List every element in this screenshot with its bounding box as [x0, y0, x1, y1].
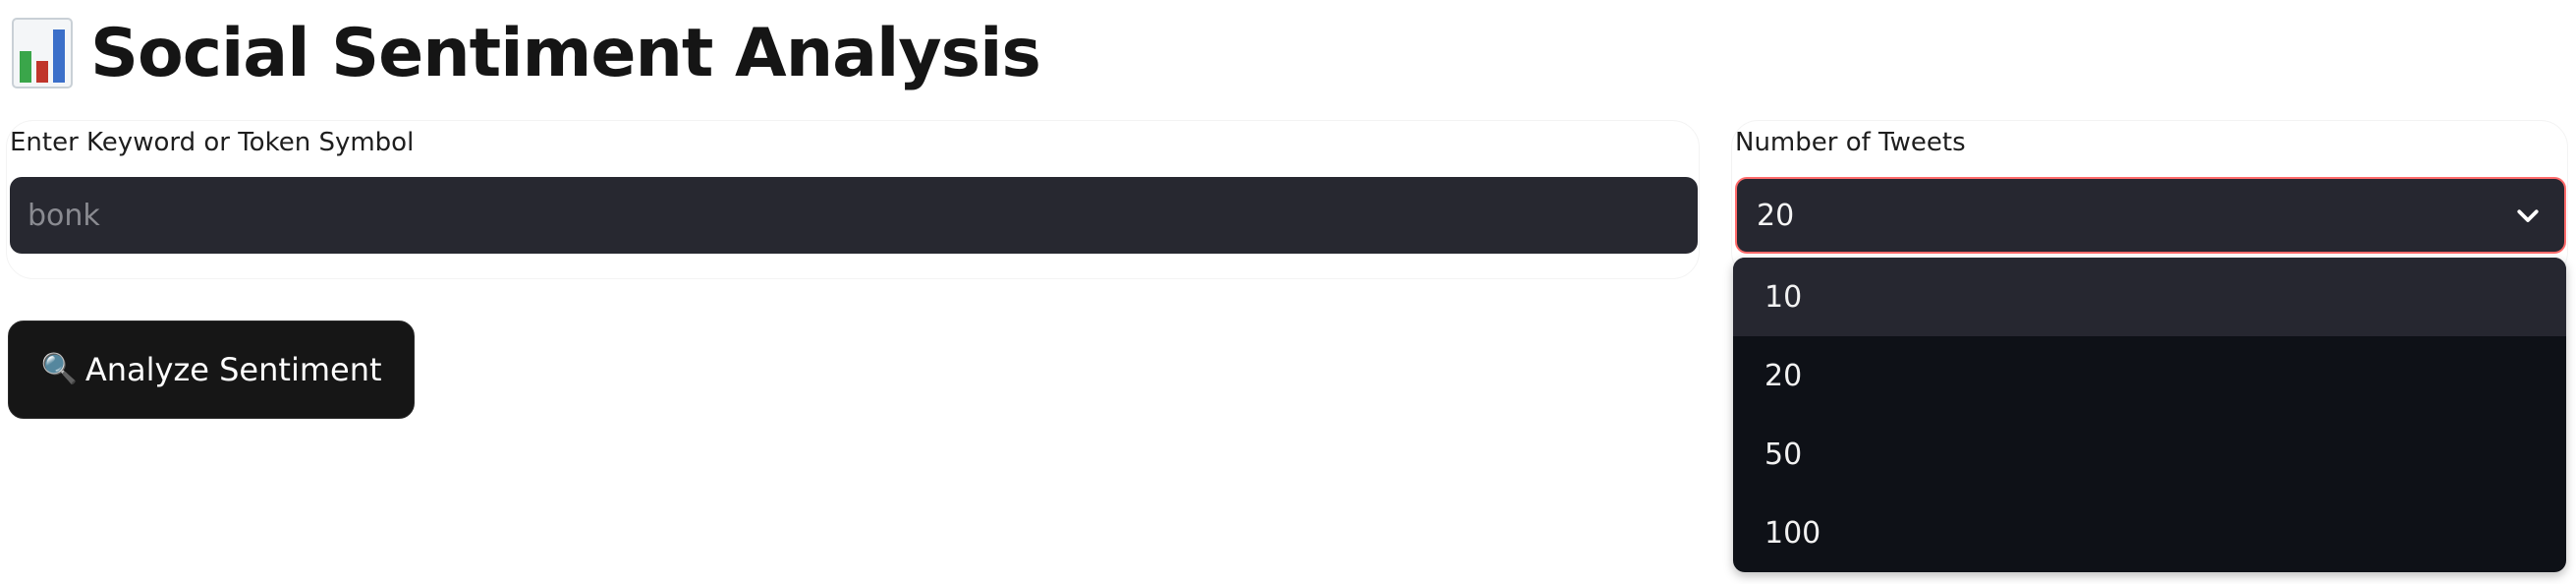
magnifier-icon: 🔍 [40, 352, 78, 386]
tweets-option-50[interactable]: 50 [1733, 415, 2566, 494]
app-page: Social Sentiment Analysis Enter Keyword … [0, 0, 2576, 584]
analyze-sentiment-label: Analyze Sentiment [84, 351, 382, 388]
tweets-option-20[interactable]: 20 [1733, 336, 2566, 415]
keyword-input[interactable] [10, 177, 1698, 254]
page-title: Social Sentiment Analysis [12, 8, 1041, 98]
tweets-select[interactable]: 20 [1735, 177, 2566, 254]
keyword-label: Enter Keyword or Token Symbol [10, 128, 415, 157]
tweets-label: Number of Tweets [1735, 128, 1966, 157]
tweets-option-10[interactable]: 10 [1733, 258, 2566, 336]
bar-chart-icon [12, 18, 73, 88]
page-title-text: Social Sentiment Analysis [90, 14, 1041, 92]
tweets-option-100[interactable]: 100 [1733, 494, 2566, 572]
tweets-dropdown-menu: 10 20 50 100 [1733, 258, 2566, 572]
analyze-sentiment-button[interactable]: 🔍 Analyze Sentiment [8, 321, 415, 419]
tweets-select-value: 20 [1757, 198, 1795, 233]
chevron-down-icon[interactable] [2513, 201, 2543, 230]
